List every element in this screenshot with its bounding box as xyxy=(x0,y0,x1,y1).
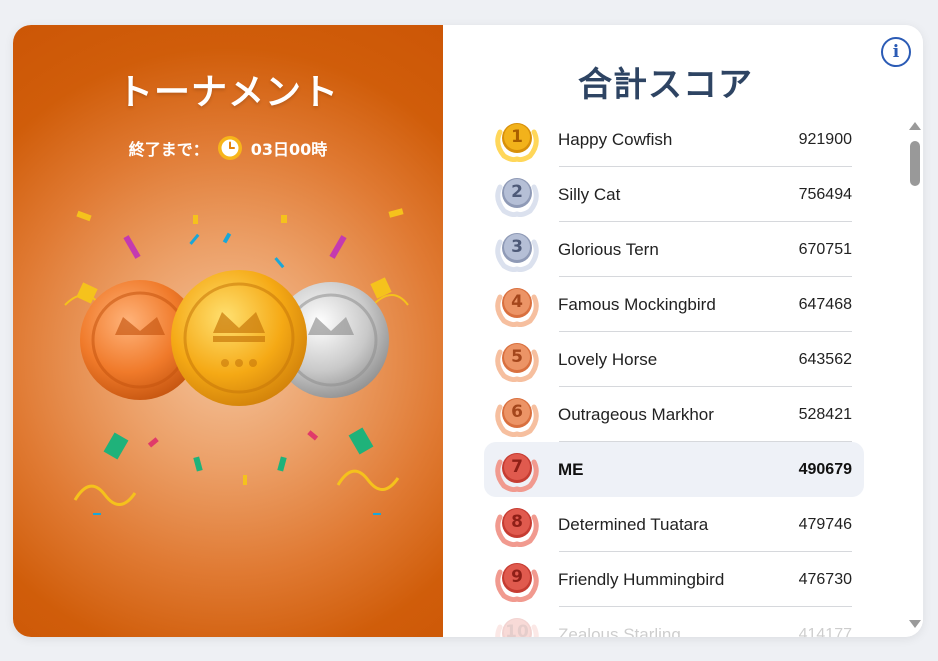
rank-badge-icon: 5 xyxy=(492,338,542,382)
player-score: 528421 xyxy=(798,405,852,423)
leaderboard-row[interactable]: 6 Outrageous Markhor 528421 xyxy=(484,387,864,442)
rank-number: 5 xyxy=(511,346,523,367)
rank-badge-icon: 1 xyxy=(492,118,542,162)
player-score: 476730 xyxy=(798,570,852,588)
rank-badge-icon: 8 xyxy=(492,503,542,547)
tournament-card: トーナメント 終了まで： 03日00時 合計スコア i 1 Happy Cowf… xyxy=(13,25,923,637)
player-name: Outrageous Markhor xyxy=(558,404,714,424)
rank-number: 9 xyxy=(511,566,523,587)
scrollbar[interactable] xyxy=(907,120,923,630)
player-score: 756494 xyxy=(798,185,852,203)
player-score: 643562 xyxy=(798,350,852,368)
tournament-panel: トーナメント 終了まで： 03日00時 xyxy=(13,25,443,637)
scroll-down-arrow-icon[interactable] xyxy=(909,620,921,628)
rank-number: 7 xyxy=(511,456,523,477)
rank-number: 6 xyxy=(511,401,523,422)
medals-illustration xyxy=(64,208,409,515)
player-score: 414177 xyxy=(798,625,852,638)
leaderboard-row[interactable]: 5 Lovely Horse 643562 xyxy=(484,332,864,387)
leaderboard-row[interactable]: 8 Determined Tuatara 479746 xyxy=(484,497,864,552)
leaderboard-row[interactable]: 3 Glorious Tern 670751 xyxy=(484,222,864,277)
info-icon[interactable]: i xyxy=(881,37,911,67)
info-glyph: i xyxy=(892,42,900,62)
player-score: 490679 xyxy=(798,460,852,478)
player-score: 479746 xyxy=(798,515,852,533)
clock-icon xyxy=(217,135,243,161)
time-remaining: 終了まで： 03日00時 xyxy=(13,135,443,161)
rank-number: 8 xyxy=(511,511,523,532)
leaderboard-row[interactable]: 10 Zealous Starling 414177 xyxy=(484,607,864,637)
timer-value: 03日00時 xyxy=(250,140,328,159)
player-name: Silly Cat xyxy=(558,184,621,204)
timer-label: 終了まで： xyxy=(128,140,209,159)
rank-badge-icon: 7 xyxy=(492,448,542,492)
leaderboard-list[interactable]: 1 Happy Cowfish 921900 2 Silly Cat 756494 3 Glo… xyxy=(484,112,864,637)
leaderboard-row[interactable]: 4 Famous Mockingbird 647468 xyxy=(484,277,864,332)
rank-badge-icon: 10 xyxy=(492,613,542,638)
rank-badge-icon: 6 xyxy=(492,393,542,437)
player-score: 670751 xyxy=(798,240,852,258)
rank-number: 2 xyxy=(511,181,523,202)
scrollbar-thumb[interactable] xyxy=(910,141,920,186)
rank-badge-icon: 3 xyxy=(492,228,542,272)
leaderboard-row-me[interactable]: 7 ME 490679 xyxy=(484,442,864,497)
scroll-up-arrow-icon[interactable] xyxy=(909,122,921,130)
gold-medal xyxy=(171,270,307,406)
total-score-panel: 合計スコア i 1 Happy Cowfish 921900 2 Silly Cat 75… xyxy=(443,25,923,637)
rank-number: 10 xyxy=(505,621,529,638)
player-name: Zealous Starling xyxy=(558,624,681,638)
rank-number: 1 xyxy=(511,126,523,147)
leaderboard-row[interactable]: 9 Friendly Hummingbird 476730 xyxy=(484,552,864,607)
rank-number: 4 xyxy=(511,291,523,312)
player-name: Determined Tuatara xyxy=(558,514,709,534)
player-name: Happy Cowfish xyxy=(558,129,673,149)
rank-badge-icon: 9 xyxy=(492,558,542,602)
player-score: 647468 xyxy=(798,295,852,313)
player-name: Friendly Hummingbird xyxy=(558,569,725,589)
player-score: 921900 xyxy=(798,130,852,148)
tournament-title: トーナメント xyxy=(116,72,339,113)
total-score-title: 合計スコア xyxy=(578,65,753,105)
leaderboard-row[interactable]: 1 Happy Cowfish 921900 xyxy=(484,112,864,167)
player-name: Glorious Tern xyxy=(558,239,659,259)
player-name: Lovely Horse xyxy=(558,349,658,369)
rank-badge-icon: 2 xyxy=(492,173,542,217)
player-name: Famous Mockingbird xyxy=(558,294,716,314)
rank-badge-icon: 4 xyxy=(492,283,542,327)
rank-number: 3 xyxy=(511,236,523,257)
leaderboard-row[interactable]: 2 Silly Cat 756494 xyxy=(484,167,864,222)
player-name: ME xyxy=(558,459,584,479)
